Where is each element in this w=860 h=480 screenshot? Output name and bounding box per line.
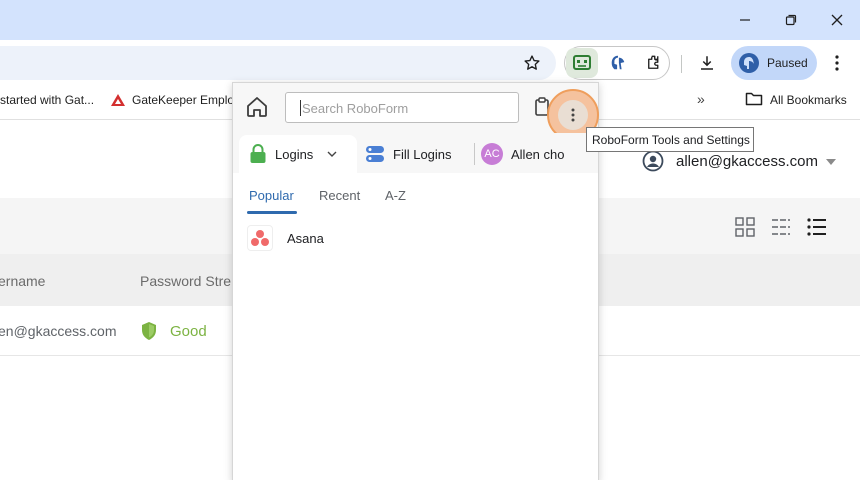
restore-icon bbox=[785, 14, 797, 26]
chrome-menu-button[interactable] bbox=[822, 48, 852, 78]
tab-user-account[interactable]: AC Allen cho bbox=[481, 135, 564, 173]
login-item-label: Asana bbox=[287, 230, 324, 246]
roboform-icon bbox=[573, 55, 591, 70]
list-view-icon[interactable] bbox=[807, 217, 829, 239]
tab-fill-logins[interactable]: Fill Logins bbox=[365, 135, 452, 173]
subtab-popular[interactable]: Popular bbox=[249, 188, 294, 203]
roboform-popup: Search RoboForm Logins Fill Logins AC Al… bbox=[232, 82, 599, 480]
all-bookmarks-link[interactable]: All Bookmarks bbox=[770, 93, 847, 107]
account-menu[interactable]: allen@gkaccess.com bbox=[642, 150, 836, 172]
column-header-username[interactable]: ername bbox=[0, 273, 45, 289]
minimize-icon bbox=[740, 19, 750, 21]
bookmark-getting-started[interactable]: started with Gat... bbox=[0, 93, 94, 107]
star-icon bbox=[524, 55, 540, 70]
address-bar[interactable] bbox=[0, 46, 556, 80]
profile-status-label: Paused bbox=[767, 56, 808, 70]
bookmark-star-button[interactable] bbox=[517, 48, 547, 78]
tab-fill-logins-label: Fill Logins bbox=[393, 146, 452, 162]
tooltip: RoboForm Tools and Settings bbox=[586, 127, 754, 152]
downloads-button[interactable] bbox=[692, 48, 722, 78]
account-email: allen@gkaccess.com bbox=[676, 152, 818, 170]
gatekeeper-logo-icon bbox=[110, 93, 126, 112]
restore-button[interactable] bbox=[776, 6, 806, 34]
active-subtab-indicator bbox=[247, 211, 297, 214]
row-username: en@gkaccess.com bbox=[0, 323, 117, 339]
tab-logins-label: Logins bbox=[275, 146, 314, 162]
roboform-extension-button[interactable] bbox=[566, 48, 598, 78]
detail-view-icon[interactable] bbox=[771, 217, 793, 239]
download-icon bbox=[701, 56, 713, 70]
folder-icon bbox=[745, 91, 763, 112]
tab-logins[interactable]: Logins bbox=[239, 135, 357, 173]
roboform-search-input[interactable]: Search RoboForm bbox=[285, 92, 519, 123]
more-bookmarks-chevron-icon[interactable]: » bbox=[697, 91, 705, 107]
profile-button[interactable]: Paused bbox=[731, 46, 817, 80]
bookmark-gatekeeper-employ[interactable]: GateKeeper Employ bbox=[132, 93, 240, 107]
password-strength-value: Good bbox=[170, 323, 207, 340]
shield-check-icon bbox=[140, 321, 158, 346]
user-avatar: AC bbox=[481, 143, 503, 165]
more-vert-icon bbox=[571, 108, 575, 122]
home-button[interactable] bbox=[245, 95, 269, 124]
text-cursor bbox=[300, 100, 301, 116]
tab-divider bbox=[474, 143, 475, 165]
grid-view-icon[interactable] bbox=[735, 217, 757, 239]
spartan-helmet-icon bbox=[611, 55, 625, 70]
search-placeholder: Search RoboForm bbox=[302, 101, 409, 116]
subtab-a-z[interactable]: A-Z bbox=[385, 188, 406, 203]
column-header-password-strength[interactable]: Password Stre bbox=[140, 273, 231, 289]
minimize-button[interactable] bbox=[730, 6, 760, 34]
subtab-recent[interactable]: Recent bbox=[319, 188, 360, 203]
profile-avatar-icon bbox=[739, 53, 759, 73]
fill-logins-icon bbox=[366, 146, 384, 162]
home-icon bbox=[247, 97, 267, 117]
account-caret-icon bbox=[825, 159, 836, 165]
extensions-menu-button[interactable] bbox=[639, 48, 669, 78]
more-vert-icon bbox=[835, 55, 839, 71]
roboform-subtabs: Popular Recent A-Z bbox=[233, 183, 598, 213]
close-window-button[interactable] bbox=[822, 6, 852, 34]
lock-icon bbox=[250, 144, 266, 163]
roboform-tabs: Logins Fill Logins AC Allen cho bbox=[233, 133, 598, 173]
more-button-inner bbox=[558, 100, 588, 130]
user-name-label: Allen cho bbox=[511, 146, 565, 162]
gatekeeper-extension-button[interactable] bbox=[603, 48, 633, 78]
login-item-asana[interactable]: Asana bbox=[247, 225, 324, 251]
close-icon bbox=[831, 14, 843, 26]
account-circle-icon bbox=[642, 150, 664, 172]
chevron-down-icon[interactable] bbox=[327, 151, 337, 157]
asana-logo-icon bbox=[247, 225, 273, 251]
toolbar-divider bbox=[681, 55, 682, 73]
puzzle-icon bbox=[648, 55, 659, 69]
